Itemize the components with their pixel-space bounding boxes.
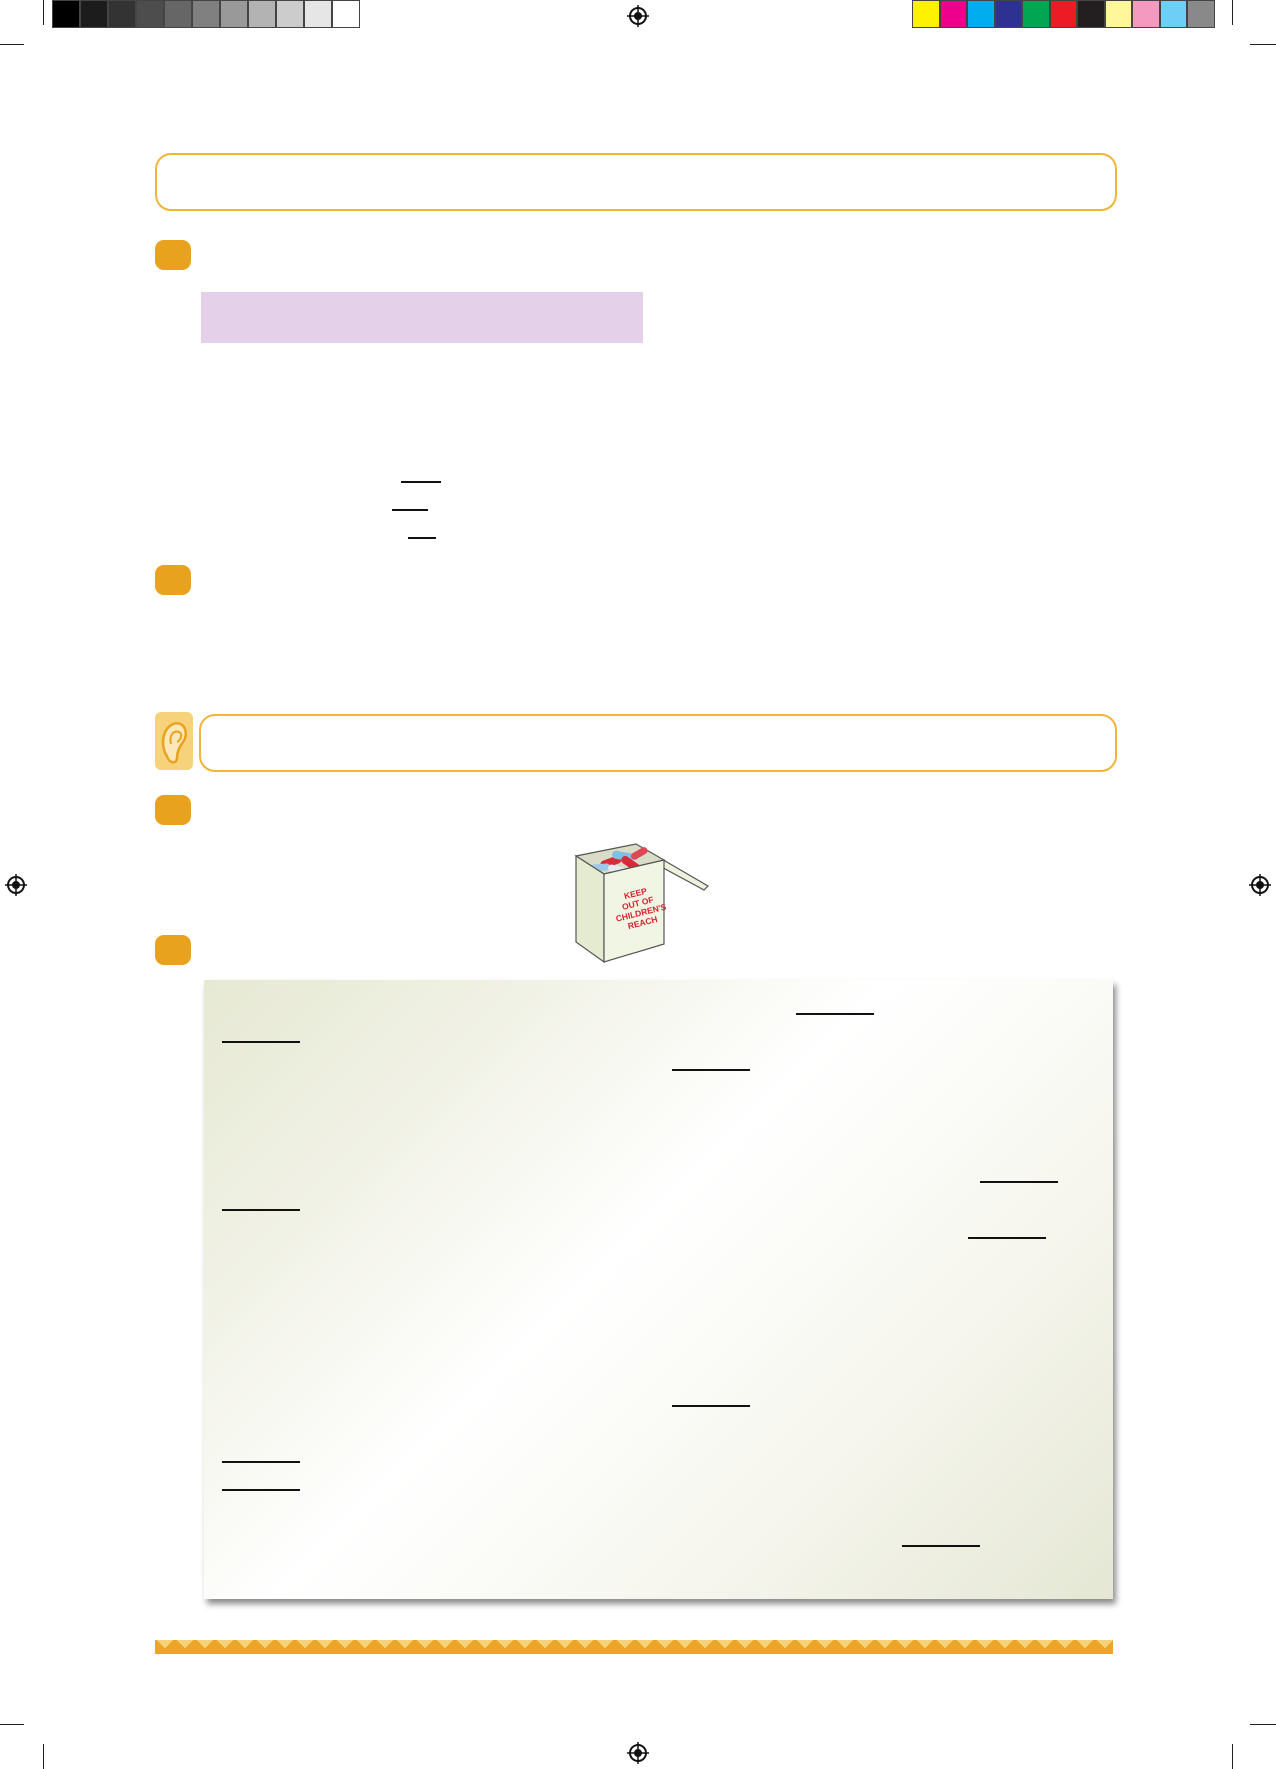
color-swatch: [192, 0, 220, 28]
answer-blank: [902, 1545, 980, 1547]
color-swatch: [994, 0, 1022, 28]
footer-zigzag-border: [155, 1640, 1113, 1654]
answer-blank: [392, 509, 428, 511]
color-swatch: [248, 0, 276, 28]
answer-blank: [408, 537, 436, 539]
color-swatch: [1104, 0, 1132, 28]
answer-blank: [401, 481, 441, 483]
color-swatch: [164, 0, 192, 28]
color-swatch: [1159, 0, 1187, 28]
text-panel: [204, 980, 1113, 1599]
crop-mark-tl-h: [0, 44, 24, 45]
crop-mark-bl-v: [43, 1744, 44, 1769]
color-swatch: [136, 0, 164, 28]
color-swatch: [276, 0, 304, 28]
registration-mark-bottom: [627, 1742, 649, 1764]
registration-mark-top: [627, 5, 649, 27]
color-swatch: [967, 0, 995, 28]
answer-blank: [222, 1489, 300, 1491]
color-swatch: [304, 0, 332, 28]
color-swatch: [332, 0, 360, 28]
color-swatch: [1049, 0, 1077, 28]
color-swatch: [52, 0, 80, 28]
answer-blank: [672, 1069, 750, 1071]
color-swatch: [220, 0, 248, 28]
color-swatch: [1132, 0, 1160, 28]
crop-mark-tl-v: [43, 0, 44, 25]
answer-blank: [796, 1013, 874, 1015]
color-swatch: [1187, 0, 1215, 28]
crop-mark-br-v: [1232, 1744, 1233, 1769]
answer-blank: [980, 1181, 1058, 1183]
answer-blank: [222, 1461, 300, 1463]
color-swatch: [1022, 0, 1050, 28]
registration-mark-left: [5, 874, 27, 896]
color-swatch: [912, 0, 940, 28]
registration-mark-right: [1249, 874, 1271, 896]
answer-blank: [968, 1237, 1046, 1239]
crop-mark-tr-h: [1250, 44, 1276, 45]
answer-blank: [222, 1209, 300, 1211]
exercise-bullet-4: [155, 935, 191, 965]
ear-icon: [155, 712, 193, 770]
color-swatch: [1077, 0, 1105, 28]
highlight-box: [201, 292, 643, 343]
exercise-bullet-1: [155, 240, 191, 270]
color-swatch: [939, 0, 967, 28]
crop-mark-tr-v: [1232, 0, 1233, 25]
medicine-box-illustration: KEEP OUT OF CHILDREN'S REACH: [560, 838, 712, 966]
exercise-bullet-3: [155, 795, 191, 825]
section-banner-listening: [199, 714, 1117, 772]
answer-blank: [222, 1041, 300, 1043]
section-banner-top: [155, 153, 1117, 211]
answer-blank: [672, 1405, 750, 1407]
exercise-bullet-2: [155, 565, 191, 595]
color-swatch: [80, 0, 108, 28]
crop-mark-bl-h: [0, 1724, 24, 1725]
color-swatch: [108, 0, 136, 28]
crop-mark-br-h: [1250, 1724, 1276, 1725]
